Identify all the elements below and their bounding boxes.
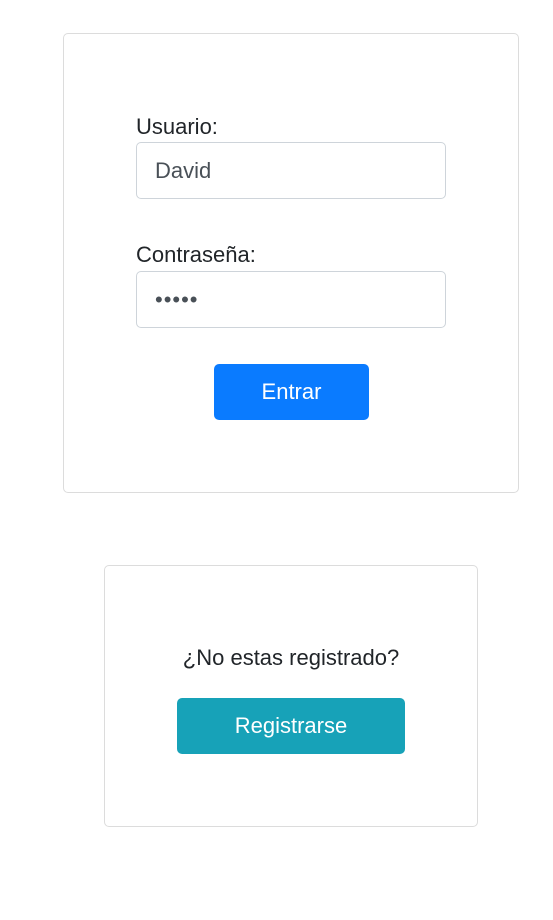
register-button[interactable]: Registrarse — [177, 698, 405, 754]
username-input[interactable] — [136, 142, 446, 199]
password-input[interactable] — [136, 271, 446, 328]
password-label: Contraseña: — [136, 242, 256, 267]
login-card: Usuario: Contraseña: Entrar — [63, 33, 519, 493]
register-prompt: ¿No estas registrado? — [182, 645, 400, 670]
username-label: Usuario: — [136, 114, 218, 139]
enter-button[interactable]: Entrar — [214, 364, 369, 420]
register-card: ¿No estas registrado? Registrarse — [104, 565, 478, 827]
